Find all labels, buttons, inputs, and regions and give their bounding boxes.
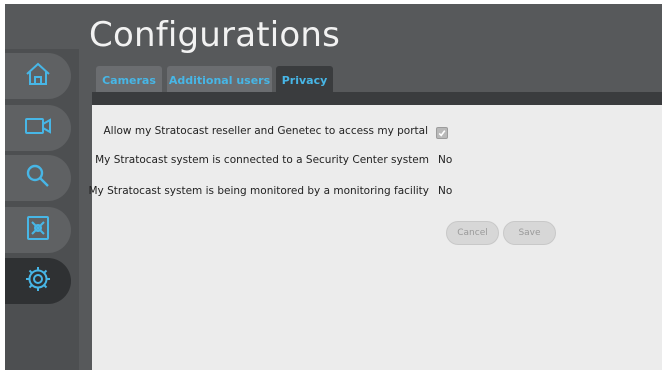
- nav-archives[interactable]: [5, 207, 71, 253]
- privacy-row-monitoring: My Stratocast system is being monitored …: [88, 185, 662, 201]
- archive-icon: [23, 213, 53, 247]
- privacy-panel: Allow my Stratocast reseller and Genetec…: [88, 105, 662, 370]
- search-icon: [23, 161, 53, 195]
- checkmark-icon: [438, 130, 446, 137]
- nav-cameras[interactable]: [5, 105, 71, 151]
- nav-search[interactable]: [5, 155, 71, 201]
- privacy-row-portal-access: Allow my Stratocast reseller and Genetec…: [92, 125, 662, 141]
- monitoring-label: My Stratocast system is being monitored …: [88, 185, 430, 197]
- gear-icon: [23, 264, 53, 298]
- sidebar: [5, 49, 79, 370]
- security-center-label: My Stratocast system is connected to a S…: [95, 154, 429, 166]
- page-title: Configurations: [89, 15, 341, 55]
- tab-underline-bar: [92, 92, 662, 105]
- portal-access-label: Allow my Stratocast reseller and Genetec…: [103, 125, 428, 137]
- monitoring-value: No: [438, 185, 453, 197]
- app-window: Configurations Cameras Additional users …: [5, 4, 662, 370]
- save-button[interactable]: Save: [503, 221, 556, 245]
- tab-additional-users[interactable]: Additional users: [167, 66, 272, 94]
- camera-icon: [23, 111, 53, 145]
- cancel-button[interactable]: Cancel: [446, 221, 499, 245]
- tab-cameras[interactable]: Cameras: [96, 66, 162, 94]
- security-center-value: No: [438, 154, 453, 166]
- privacy-row-security-center: My Stratocast system is connected to a S…: [92, 154, 662, 170]
- nav-configurations[interactable]: [5, 258, 71, 304]
- portal-access-checkbox[interactable]: [436, 127, 448, 139]
- nav-home[interactable]: [5, 53, 71, 99]
- tab-privacy[interactable]: Privacy: [276, 66, 333, 94]
- home-icon: [23, 59, 53, 93]
